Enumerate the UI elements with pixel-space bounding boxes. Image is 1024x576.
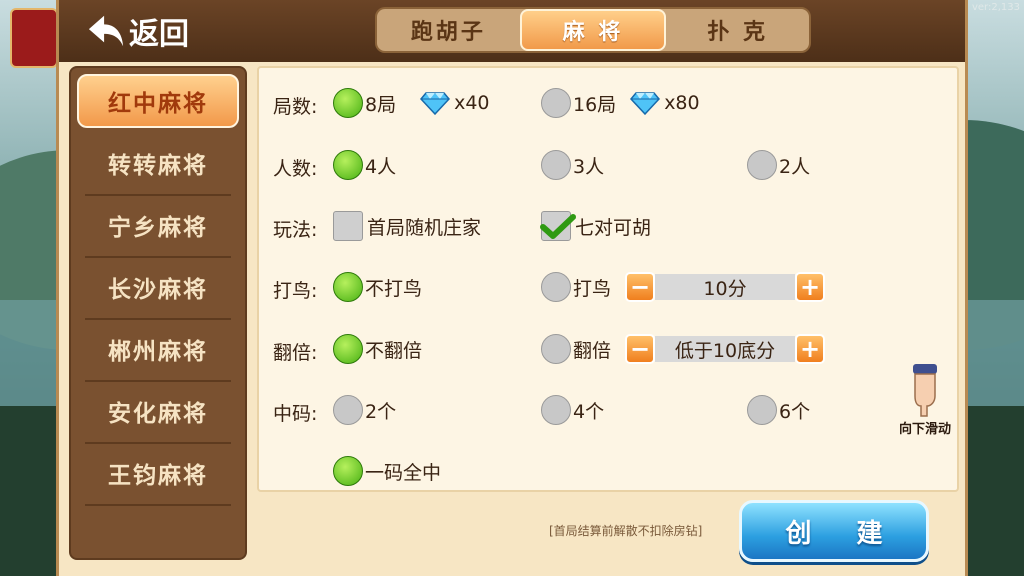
bird-option-none[interactable]: 不打鸟 (333, 272, 422, 302)
bird-option-on[interactable]: 打鸟 (541, 272, 611, 302)
create-room-panel: 返回 跑胡子 麻 将 扑 克 红中麻将 转转麻将 宁乡麻将 长沙麻将 郴州麻将 … (56, 0, 968, 576)
mahjong-variant-sidebar: 红中麻将 转转麻将 宁乡麻将 长沙麻将 郴州麻将 安化麻将 王钧麻将 (69, 66, 247, 560)
tab-mahjong[interactable]: 麻 将 (519, 9, 667, 51)
radio-unselected (541, 272, 571, 302)
double-threshold-value: 低于10底分 (655, 336, 795, 362)
background-red-panel (10, 8, 58, 68)
code-option-2[interactable]: 2个 (333, 395, 396, 425)
code-option-all[interactable]: 一码全中 (333, 456, 441, 486)
radio-unselected (541, 395, 571, 425)
double-option-on[interactable]: 翻倍 (541, 334, 611, 364)
back-arrow-icon (88, 15, 124, 47)
create-room-button[interactable]: 创 建 (739, 500, 929, 562)
back-label: 返回 (129, 17, 189, 52)
rule-seven-pairs[interactable]: 七对可胡 (540, 211, 651, 241)
radio-unselected (747, 395, 777, 425)
players-label: 人数: (273, 158, 318, 180)
bird-score-value: 10分 (655, 274, 795, 300)
players-option-4[interactable]: 4人 (333, 150, 396, 180)
double-threshold-stepper: − 低于10底分 + (625, 334, 825, 364)
pointing-hand-icon (913, 364, 937, 417)
code-label: 中码: (273, 403, 318, 425)
radio-selected (333, 334, 363, 364)
radio-unselected (541, 334, 571, 364)
minus-icon[interactable]: − (625, 334, 655, 364)
sidebar-item-wangjun[interactable]: 王钧麻将 (77, 446, 239, 506)
rounds-option-16[interactable]: 16局 x80 (541, 88, 700, 118)
bird-score-stepper: − 10分 + (625, 272, 825, 302)
players-option-2[interactable]: 2人 (747, 150, 810, 180)
double-option-none[interactable]: 不翻倍 (333, 334, 422, 364)
sidebar-item-ningxiang[interactable]: 宁乡麻将 (77, 198, 239, 258)
scroll-down-hint: 向下滑动 (885, 362, 965, 437)
rule-random-dealer[interactable]: 首局随机庄家 (333, 211, 481, 241)
plus-icon[interactable]: + (795, 272, 825, 302)
radio-unselected (541, 88, 571, 118)
sidebar-item-changsha[interactable]: 长沙麻将 (77, 260, 239, 320)
minus-icon[interactable]: − (625, 272, 655, 302)
radio-unselected (747, 150, 777, 180)
radio-selected (333, 88, 363, 118)
bird-label: 打鸟: (273, 280, 318, 302)
tab-poker[interactable]: 扑 克 (666, 9, 809, 51)
code-option-4[interactable]: 4个 (541, 395, 604, 425)
rounds-option-8[interactable]: 8局 x40 (333, 88, 490, 118)
rules-label: 玩法: (273, 219, 318, 241)
back-button[interactable]: 返回 (87, 8, 189, 54)
diamond-icon (630, 92, 661, 115)
radio-selected (333, 272, 363, 302)
version-label: ver:2,133 (971, 2, 1020, 13)
plus-icon[interactable]: + (795, 334, 825, 364)
game-type-tabs: 跑胡子 麻 将 扑 克 (375, 7, 811, 53)
double-label: 翻倍: (273, 342, 318, 364)
dissolve-notice: [首局结算前解散不扣除房钻] (549, 524, 703, 538)
radio-selected (333, 150, 363, 180)
tab-paohuzi[interactable]: 跑胡子 (377, 9, 520, 51)
sidebar-item-zhuanzhuan[interactable]: 转转麻将 (77, 136, 239, 196)
game-options-area: 局数: 8局 x40 16局 x80 人数: 4人 3人 2人 玩法: 首局随机… (257, 66, 959, 492)
top-bar: 返回 跑胡子 麻 将 扑 克 (59, 0, 965, 62)
radio-selected (333, 456, 363, 486)
checkmark-icon (540, 214, 576, 239)
radio-unselected (541, 150, 571, 180)
checkbox-checked (540, 211, 576, 241)
rounds-label: 局数: (273, 96, 318, 118)
scroll-down-text: 向下滑动 (898, 422, 951, 437)
radio-unselected (333, 395, 363, 425)
checkbox-unchecked (333, 211, 363, 241)
sidebar-item-chenzhou[interactable]: 郴州麻将 (77, 322, 239, 382)
sidebar-item-anhua[interactable]: 安化麻将 (77, 384, 239, 444)
code-option-6[interactable]: 6个 (747, 395, 810, 425)
sidebar-item-hongzhong[interactable]: 红中麻将 (77, 74, 239, 128)
diamond-icon (420, 92, 451, 115)
players-option-3[interactable]: 3人 (541, 150, 604, 180)
